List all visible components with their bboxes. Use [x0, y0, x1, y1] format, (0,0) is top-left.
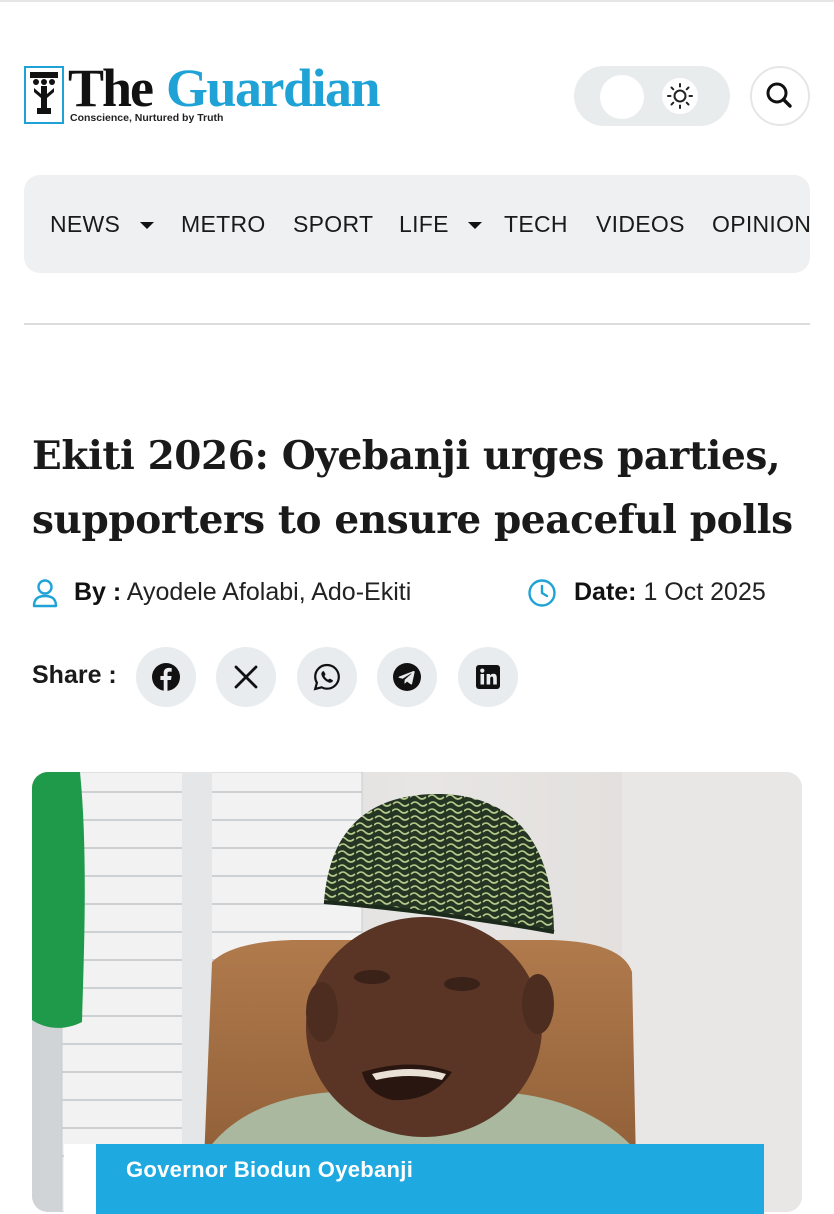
- share-facebook-button[interactable]: [136, 647, 196, 707]
- user-icon: [32, 579, 58, 608]
- divider: [24, 323, 810, 325]
- logo-tagline: Conscience, Nurtured by Truth: [70, 112, 224, 124]
- date-label: Date:: [574, 578, 637, 606]
- nav-item-opinion[interactable]: OPINION: [712, 211, 810, 238]
- author-name[interactable]: Ayodele Afolabi, Ado-Ekiti: [121, 578, 411, 606]
- logo-text-the: The: [68, 58, 154, 118]
- theme-toggle[interactable]: [574, 66, 730, 126]
- nav-item-videos[interactable]: VIDEOS: [596, 211, 685, 238]
- share-telegram-button[interactable]: [377, 647, 437, 707]
- caption-text: Governor Biodun Oyebanji: [126, 1157, 414, 1182]
- caption-accent: [64, 1144, 96, 1214]
- sun-icon: [662, 78, 698, 114]
- nav-item-tech[interactable]: TECH: [504, 211, 568, 238]
- chevron-down-icon: [139, 221, 154, 229]
- clock-icon: [528, 579, 556, 607]
- nav-item-metro[interactable]: METRO: [181, 211, 266, 238]
- image-caption: Governor Biodun Oyebanji: [96, 1144, 764, 1214]
- share-linkedin-button[interactable]: [458, 647, 518, 707]
- x-icon: [234, 665, 258, 689]
- nav-label: OPINION: [712, 211, 810, 237]
- nav-item-sport[interactable]: SPORT: [293, 211, 373, 238]
- linkedin-icon: [476, 665, 500, 689]
- nav-label: TECH: [504, 211, 568, 237]
- publish-date: 1 Oct 2025: [636, 578, 766, 606]
- share-label: Share :: [32, 661, 117, 689]
- toggle-knob: [600, 75, 644, 119]
- share-whatsapp-button[interactable]: [297, 647, 357, 707]
- search-icon: [766, 82, 792, 108]
- share-x-button[interactable]: [216, 647, 276, 707]
- chevron-down-icon: [468, 221, 483, 229]
- guardian-logo[interactable]: The Guardian Conscience, Nurtured by Tru…: [24, 58, 414, 128]
- date-line: Date: 1 Oct 2025: [574, 578, 766, 607]
- telegram-icon: [393, 663, 421, 691]
- nav-label: VIDEOS: [596, 211, 685, 237]
- nav-label: NEWS: [50, 211, 121, 237]
- site-header: The Guardian Conscience, Nurtured by Tru…: [0, 0, 834, 150]
- main-nav: NEWS METRO SPORT LIFE TECH VIDEOS OPINIO…: [24, 175, 810, 273]
- facebook-icon: [152, 663, 180, 691]
- emblem-icon: [24, 66, 64, 124]
- article-headline: Ekiti 2026: Oyebanji urges parties, supp…: [32, 433, 793, 543]
- nav-label: SPORT: [293, 211, 374, 237]
- by-label: By :: [74, 578, 122, 606]
- nav-label: LIFE: [399, 211, 449, 237]
- author-line: By : Ayodele Afolabi, Ado-Ekiti: [74, 578, 411, 607]
- whatsapp-icon: [313, 663, 340, 691]
- nav-item-life[interactable]: LIFE: [399, 211, 483, 238]
- nav-item-news[interactable]: NEWS: [50, 211, 155, 238]
- search-button[interactable]: [750, 66, 810, 126]
- article-meta: By : Ayodele Afolabi, Ado-Ekiti Date: 1 …: [32, 574, 822, 614]
- logo-text-guardian: Guardian: [166, 58, 381, 118]
- nav-label: METRO: [181, 211, 266, 237]
